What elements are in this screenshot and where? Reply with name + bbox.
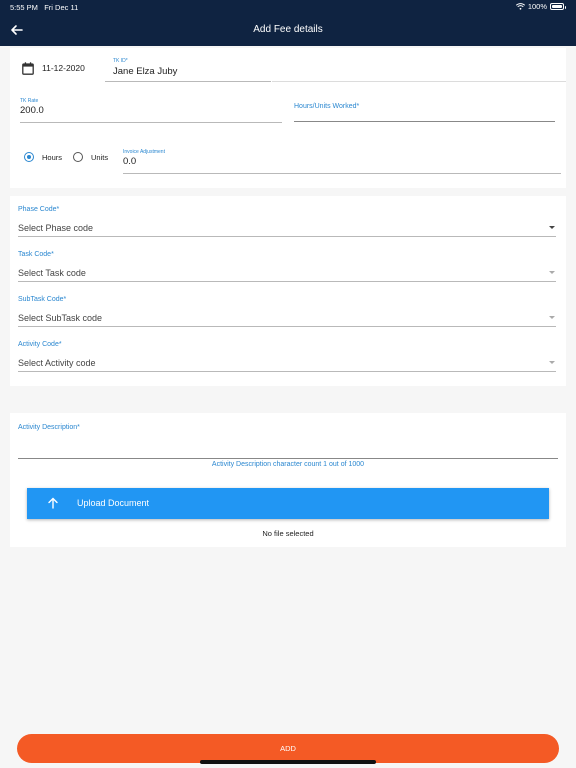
hours-radio[interactable] <box>24 152 34 162</box>
nav-bar: Add Fee details <box>0 14 576 46</box>
phase-code-underline <box>18 236 556 237</box>
activity-description-input[interactable] <box>18 458 558 459</box>
phase-code-label: Phase Code* <box>18 206 60 213</box>
task-code-select[interactable]: Select Task code <box>18 268 86 278</box>
battery-percent: 100% <box>527 2 547 11</box>
chevron-down-icon[interactable] <box>549 361 555 364</box>
fee-info-card: 11-12-2020 TK ID* Jane Elza Juby TK Rate… <box>10 48 566 188</box>
arrow-up-icon <box>48 497 58 509</box>
date-value[interactable]: 11-12-2020 <box>42 63 85 73</box>
units-radio[interactable] <box>73 152 83 162</box>
character-count: Activity Description character count 1 o… <box>211 461 365 468</box>
invoice-adjustment-label: Invoice Adjustment <box>123 149 165 155</box>
invoice-adjustment-input[interactable]: 0.0 <box>123 156 136 167</box>
file-status: No file selected <box>262 529 314 538</box>
tk-id-underline-right <box>272 81 566 82</box>
chevron-down-icon[interactable] <box>549 226 555 229</box>
activity-description-label: Activity Description* <box>18 424 80 431</box>
tk-rate-label: TK Rate <box>20 98 39 104</box>
status-bar: 5:55 PM Fri Dec 11 100% <box>0 0 576 14</box>
status-right: 100% <box>515 2 566 11</box>
tk-id-value[interactable]: Jane Elza Juby <box>113 66 177 77</box>
task-code-underline <box>18 281 556 282</box>
chevron-down-icon[interactable] <box>549 271 555 274</box>
phase-code-select[interactable]: Select Phase code <box>18 223 93 233</box>
invoice-adjustment-underline <box>123 173 561 174</box>
hours-units-input[interactable] <box>294 121 555 122</box>
wifi-icon <box>515 3 525 10</box>
tk-rate-underline <box>20 122 282 123</box>
tk-rate-input[interactable]: 200.0 <box>20 105 44 116</box>
task-code-label: Task Code* <box>18 251 54 258</box>
tk-id-underline <box>105 81 271 82</box>
units-radio-label[interactable]: Units <box>91 153 108 162</box>
status-time: 5:55 PM Fri Dec 11 <box>10 3 79 12</box>
upload-document-label: Upload Document <box>77 498 150 508</box>
codes-card: Phase Code* Select Phase code Task Code*… <box>10 196 566 386</box>
hours-radio-label[interactable]: Hours <box>42 153 62 162</box>
subtask-code-underline <box>18 326 556 327</box>
home-indicator <box>200 760 376 764</box>
description-card: Activity Description* Activity Descripti… <box>10 413 566 547</box>
upload-document-button[interactable]: Upload Document <box>27 488 549 519</box>
activity-code-select[interactable]: Select Activity code <box>18 358 96 368</box>
activity-code-label: Activity Code* <box>18 341 62 348</box>
subtask-code-select[interactable]: Select SubTask code <box>18 313 102 323</box>
activity-code-underline <box>18 371 556 372</box>
tk-id-label: TK ID* <box>113 58 128 64</box>
calendar-icon[interactable] <box>22 62 34 75</box>
add-button[interactable]: ADD <box>17 734 559 763</box>
chevron-down-icon[interactable] <box>549 316 555 319</box>
battery-icon <box>550 3 566 10</box>
subtask-code-label: SubTask Code* <box>18 296 67 303</box>
page-title: Add Fee details <box>253 24 323 35</box>
hours-units-label: Hours/Units Worked* <box>294 103 360 110</box>
